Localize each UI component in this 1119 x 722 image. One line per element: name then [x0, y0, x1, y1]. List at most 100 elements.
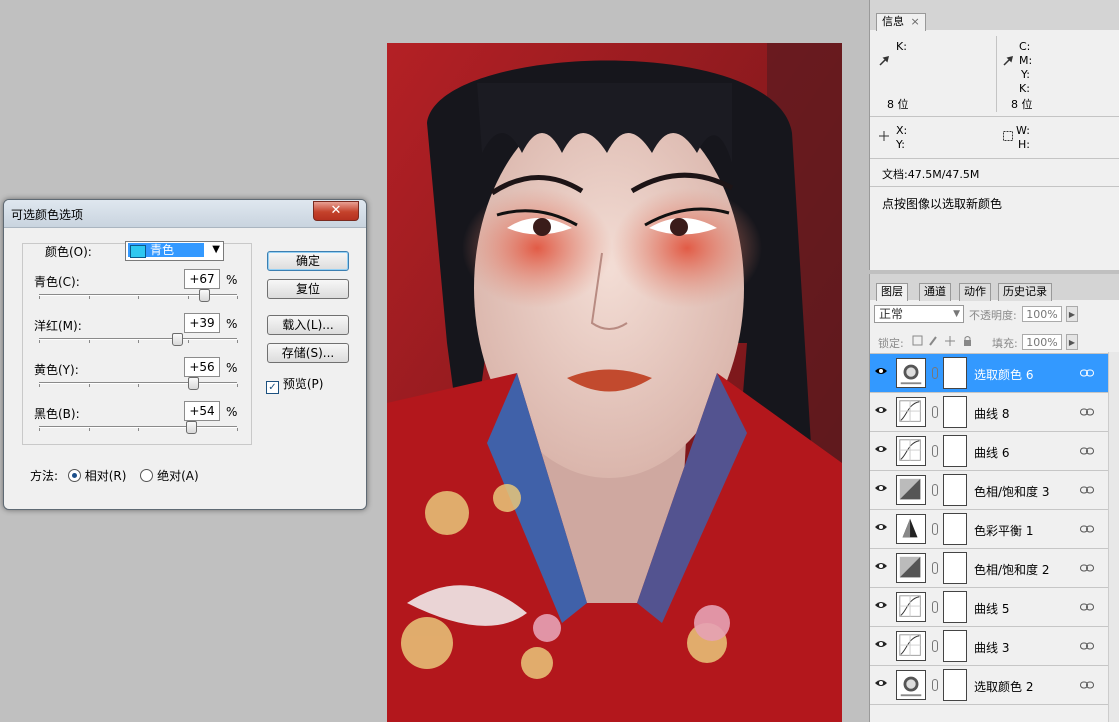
tab-info[interactable]: 信息 × [876, 13, 926, 31]
method-relative-label: 相对(R) [84, 469, 127, 483]
layer-row[interactable]: 选取颜色 6 [870, 354, 1108, 393]
preview-label: 预览(P) [282, 377, 324, 391]
layer-row[interactable]: 曲线 3 [870, 627, 1108, 666]
visibility-eye-icon[interactable] [875, 640, 887, 648]
visibility-eye-icon[interactable] [875, 445, 887, 453]
layer-mask-thumbnail[interactable] [943, 357, 967, 389]
blend-mode-dropdown[interactable]: 正常 ▼ [874, 305, 964, 323]
link-icon [1080, 642, 1094, 650]
tab-actions[interactable]: 动作 [959, 283, 991, 301]
layer-row[interactable]: 曲线 6 [870, 432, 1108, 471]
fill-arrow-icon[interactable]: ▶ [1066, 334, 1078, 350]
info-y-label: Y: [1021, 68, 1030, 81]
method-absolute-radio[interactable]: 绝对(A) [140, 469, 199, 483]
visibility-eye-icon[interactable] [875, 484, 887, 492]
layers-scrollbar[interactable] [1108, 352, 1119, 722]
layer-mask-thumbnail[interactable] [943, 591, 967, 623]
layer-row[interactable]: 曲线 8 [870, 393, 1108, 432]
layer-mask-thumbnail[interactable] [943, 474, 967, 506]
slider-row: 青色(C): +67% [34, 269, 239, 313]
save-button[interactable]: 存储(S)... [267, 343, 349, 363]
slider-tick [39, 340, 40, 343]
slider-tick [39, 296, 40, 299]
visibility-eye-icon[interactable] [875, 562, 887, 570]
visibility-eye-icon[interactable] [875, 367, 887, 375]
dropdown-arrow-icon: ▼ [212, 244, 220, 255]
slider-value-input[interactable]: +56 [184, 357, 220, 377]
slider-tick [88, 384, 90, 387]
lock-label: 锁定: [878, 337, 904, 350]
slider-thumb[interactable] [199, 289, 211, 302]
method-relative-radio[interactable]: 相对(R) [67, 469, 130, 483]
dropdown-arrow-icon: ▼ [953, 309, 960, 319]
hue-adjustment-icon [896, 475, 926, 505]
layer-row[interactable]: 色相/饱和度 2 [870, 549, 1108, 588]
selective-adjustment-icon [896, 358, 926, 388]
opacity-arrow-icon[interactable]: ▶ [1066, 306, 1078, 322]
opacity-label: 不透明度: [969, 309, 1017, 322]
mask-chain-icon[interactable] [932, 445, 938, 457]
radio-unselected-icon [140, 469, 154, 482]
tab-layers[interactable]: 图层 [876, 283, 908, 301]
visibility-eye-icon[interactable] [875, 601, 887, 609]
slider-tick [88, 340, 90, 343]
fill-field[interactable]: 100% [1022, 334, 1062, 350]
dialog-close-button[interactable]: ✕ [313, 201, 359, 221]
color-select-row: 颜色(O): 青色 ▼ [27, 240, 267, 261]
layer-row[interactable]: 选取颜色 2 [870, 666, 1108, 705]
lock-options-icon[interactable] [912, 335, 972, 347]
cyan-swatch-icon [130, 245, 146, 258]
layer-mask-thumbnail[interactable] [943, 669, 967, 701]
link-icon [1080, 369, 1094, 377]
layer-mask-thumbnail[interactable] [943, 630, 967, 662]
mask-chain-icon[interactable] [932, 679, 938, 691]
mask-chain-icon[interactable] [932, 640, 938, 652]
info-panel: 信息 × K: 8 位 C: M: Y: K: 8 位 X: Y: W: H: … [869, 0, 1119, 270]
slider-value-input[interactable]: +54 [184, 401, 220, 421]
visibility-eye-icon[interactable] [875, 406, 887, 414]
preview-checkbox[interactable]: ✓ 预览(P) [266, 375, 323, 394]
ok-button[interactable]: 确定 [267, 251, 349, 271]
mask-chain-icon[interactable] [932, 562, 938, 574]
slider-value-input[interactable]: +67 [184, 269, 220, 289]
dialog-titlebar[interactable]: 可选颜色选项 ✕ [4, 200, 366, 228]
mask-chain-icon[interactable] [932, 367, 938, 379]
slider-thumb[interactable] [188, 377, 200, 390]
slider-value-input[interactable]: +39 [184, 313, 220, 333]
slider-thumb[interactable] [171, 333, 183, 346]
layer-mask-thumbnail[interactable] [943, 435, 967, 467]
slider-tick [237, 296, 238, 299]
mask-chain-icon[interactable] [932, 523, 938, 535]
layer-row[interactable]: 曲线 5 [870, 588, 1108, 627]
tab-channels[interactable]: 通道 [919, 283, 951, 301]
layer-row[interactable]: 色彩平衡 1 [870, 510, 1108, 549]
layer-mask-thumbnail[interactable] [943, 396, 967, 428]
slider-tick [138, 428, 139, 431]
color-dropdown[interactable]: 青色 ▼ [125, 241, 224, 261]
tab-close-icon[interactable]: × [911, 15, 920, 28]
load-button[interactable]: 载入(L)... [267, 315, 349, 335]
layer-name: 色相/饱和度 2 [974, 563, 1050, 577]
mask-chain-icon[interactable] [932, 601, 938, 613]
link-icon [1080, 408, 1094, 416]
layer-mask-thumbnail[interactable] [943, 513, 967, 545]
mask-chain-icon[interactable] [932, 484, 938, 496]
slider-label: 黑色(B): [34, 407, 80, 421]
info-k-label: K: [896, 40, 907, 53]
visibility-eye-icon[interactable] [875, 679, 887, 687]
layer-row[interactable]: 色相/饱和度 3 [870, 471, 1108, 510]
opacity-field[interactable]: 100% [1022, 306, 1062, 322]
method-absolute-label: 绝对(A) [157, 469, 199, 483]
info-separator [870, 186, 1119, 187]
slider-tick [138, 296, 139, 299]
layer-mask-thumbnail[interactable] [943, 552, 967, 584]
document-canvas[interactable] [387, 43, 842, 722]
visibility-eye-icon[interactable] [875, 523, 887, 531]
link-icon [1080, 525, 1094, 533]
tab-history[interactable]: 历史记录 [998, 283, 1052, 301]
slider-thumb[interactable] [186, 421, 198, 434]
slider-tick [138, 384, 139, 387]
reset-button[interactable]: 复位 [267, 279, 349, 299]
mask-chain-icon[interactable] [932, 406, 938, 418]
slider-unit: % [226, 361, 238, 375]
